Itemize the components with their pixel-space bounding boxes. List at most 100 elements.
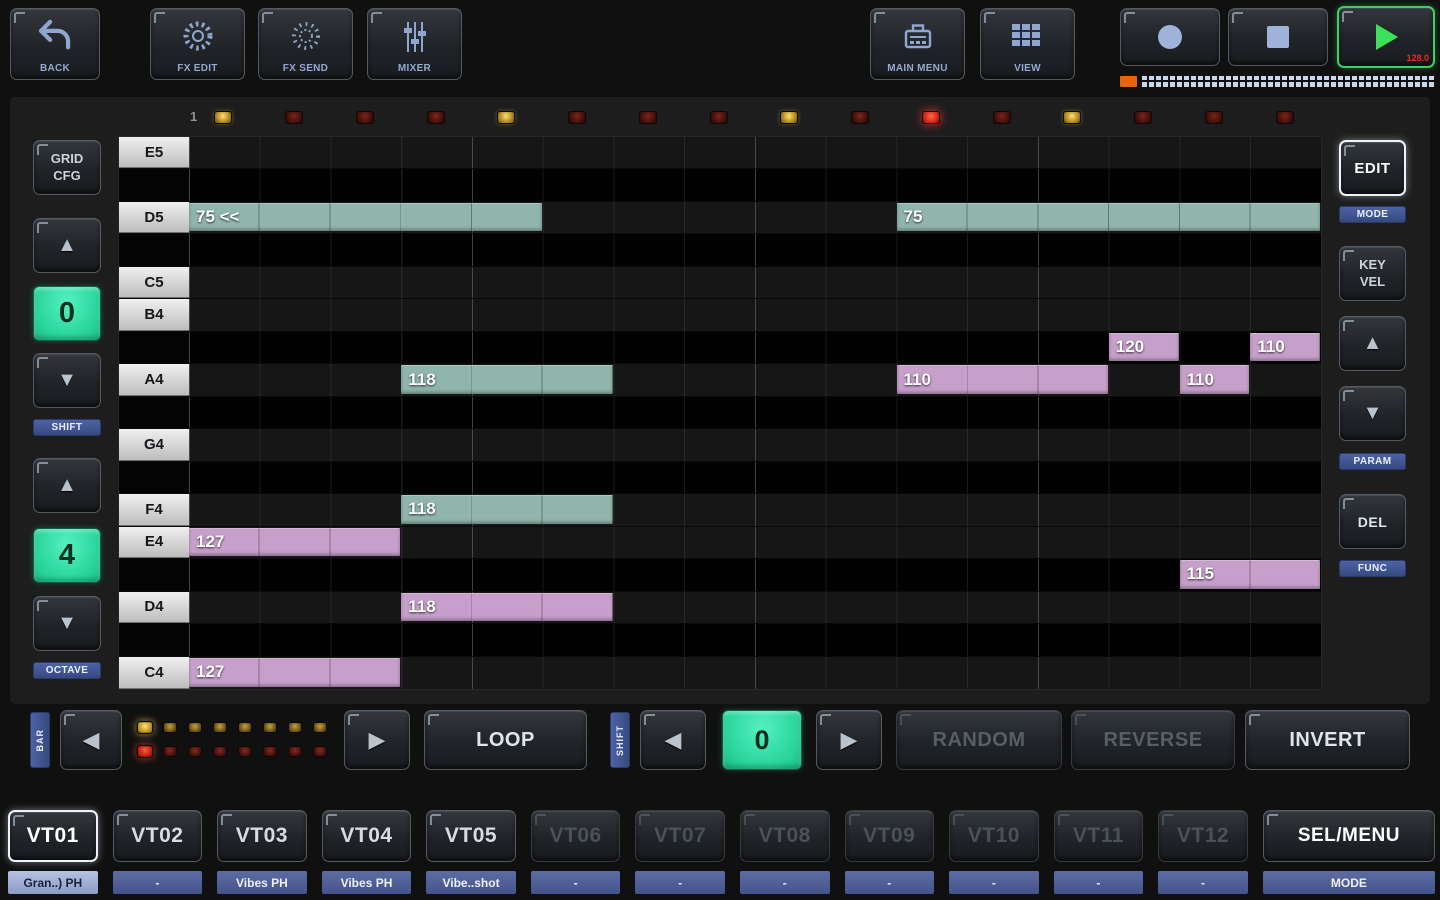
key-vel-button[interactable]: KEY VEL bbox=[1339, 246, 1406, 301]
param-down-button[interactable]: ▼ bbox=[1339, 386, 1406, 441]
note-lane-ds4[interactable]: 115 bbox=[189, 559, 1321, 590]
note-bar[interactable]: 110 bbox=[1250, 333, 1320, 361]
note-lane-e4[interactable]: 127 bbox=[189, 527, 1321, 558]
sel-menu-button[interactable]: SEL/MENU bbox=[1263, 810, 1435, 862]
bar-led-top-4 bbox=[213, 722, 227, 733]
stop-button[interactable] bbox=[1228, 8, 1328, 66]
piano-roll[interactable]: E5D575 <<75C5B4120110A4118110110G4F4118E… bbox=[118, 136, 1322, 690]
track-sub-vt05[interactable]: Vibe..shot bbox=[426, 871, 516, 894]
shift-left-button[interactable]: ◀ bbox=[640, 710, 706, 770]
note-bar[interactable]: 110 bbox=[1180, 365, 1250, 393]
note-bar[interactable]: 110 bbox=[897, 365, 1108, 393]
track-sub-vt01[interactable]: Gran..) PH bbox=[8, 871, 98, 894]
note-key-a4[interactable]: A4 bbox=[119, 364, 189, 395]
shift-right-button[interactable]: ▶ bbox=[816, 710, 882, 770]
bar-prev-button[interactable]: ◀ bbox=[60, 710, 122, 770]
note-lane-b4[interactable] bbox=[189, 299, 1321, 330]
track-button-vt04[interactable]: VT04 bbox=[322, 810, 412, 862]
note-bar[interactable]: 118 bbox=[401, 365, 612, 393]
track-sub-vt04[interactable]: Vibes PH bbox=[322, 871, 412, 894]
note-lane-as4[interactable]: 120 110 bbox=[189, 332, 1321, 363]
fx-send-button[interactable]: FX SEND bbox=[258, 8, 353, 80]
note-key-as4[interactable] bbox=[119, 332, 189, 363]
play-button[interactable]: 128.0 bbox=[1337, 6, 1435, 68]
track-button-vt08[interactable]: VT08 bbox=[740, 810, 830, 862]
del-button[interactable]: DEL bbox=[1339, 494, 1406, 549]
track-button-vt05[interactable]: VT05 bbox=[426, 810, 516, 862]
track-sub-vt02[interactable]: - bbox=[113, 871, 203, 894]
note-key-e4[interactable]: E4 bbox=[119, 527, 189, 558]
track-button-vt01[interactable]: VT01 bbox=[8, 810, 98, 862]
track-sub-vt08[interactable]: - bbox=[740, 871, 830, 894]
note-lane-fs4[interactable] bbox=[189, 462, 1321, 493]
track-sub-vt07[interactable]: - bbox=[635, 871, 725, 894]
octave-up-button[interactable]: ▲ bbox=[33, 458, 101, 513]
note-lane-cs5[interactable] bbox=[189, 234, 1321, 265]
note-lane-e5[interactable] bbox=[189, 137, 1321, 168]
track-sub-vt10[interactable]: - bbox=[949, 871, 1039, 894]
reverse-button[interactable]: REVERSE bbox=[1071, 710, 1235, 770]
track-sub-vt11[interactable]: - bbox=[1054, 871, 1144, 894]
track-sub-vt03[interactable]: Vibes PH bbox=[217, 871, 307, 894]
note-key-cs4[interactable] bbox=[119, 624, 189, 655]
track-button-vt06[interactable]: VT06 bbox=[531, 810, 621, 862]
record-button[interactable] bbox=[1120, 8, 1220, 66]
invert-button[interactable]: INVERT bbox=[1245, 710, 1410, 770]
note-lane-ds5[interactable] bbox=[189, 169, 1321, 200]
main-menu-button[interactable]: MAIN MENU bbox=[870, 8, 965, 80]
note-lane-f4[interactable]: 118 bbox=[189, 494, 1321, 525]
note-key-cs5[interactable] bbox=[119, 234, 189, 265]
param-up-button[interactable]: ▲ bbox=[1339, 316, 1406, 371]
view-button[interactable]: VIEW bbox=[980, 8, 1075, 80]
note-key-g4[interactable]: G4 bbox=[119, 429, 189, 460]
note-bar[interactable]: 118 bbox=[401, 495, 612, 523]
track-button-vt12[interactable]: VT12 bbox=[1158, 810, 1248, 862]
track-button-vt07[interactable]: VT07 bbox=[635, 810, 725, 862]
shift-up-button[interactable]: ▲ bbox=[33, 218, 101, 273]
note-key-c4[interactable]: C4 bbox=[119, 657, 189, 689]
note-key-d5[interactable]: D5 bbox=[119, 202, 189, 233]
note-key-c5[interactable]: C5 bbox=[119, 267, 189, 298]
mixer-button[interactable]: MIXER bbox=[367, 8, 462, 80]
octave-down-button[interactable]: ▼ bbox=[33, 596, 101, 651]
fx-edit-button[interactable]: FX EDIT bbox=[150, 8, 245, 80]
track-button-vt11[interactable]: VT11 bbox=[1054, 810, 1144, 862]
edit-mode-button[interactable]: EDIT bbox=[1339, 140, 1406, 196]
note-key-f4[interactable]: F4 bbox=[119, 494, 189, 525]
track-button-vt10[interactable]: VT10 bbox=[949, 810, 1039, 862]
note-lane-d4[interactable]: 118 bbox=[189, 592, 1321, 623]
random-button[interactable]: RANDOM bbox=[896, 710, 1062, 770]
note-lane-cs4[interactable] bbox=[189, 624, 1321, 655]
note-key-e5[interactable]: E5 bbox=[119, 137, 189, 168]
note-lane-c5[interactable] bbox=[189, 267, 1321, 298]
note-lane-a4[interactable]: 118 110 110 bbox=[189, 364, 1321, 395]
track-button-vt09[interactable]: VT09 bbox=[845, 810, 935, 862]
note-bar[interactable]: 127 bbox=[189, 658, 400, 687]
back-button[interactable]: BACK bbox=[10, 8, 100, 80]
note-key-d4[interactable]: D4 bbox=[119, 592, 189, 623]
note-key-ds5[interactable] bbox=[119, 169, 189, 200]
track-sub-vt06[interactable]: - bbox=[531, 871, 621, 894]
shift-down-button[interactable]: ▼ bbox=[33, 353, 101, 408]
note-bar[interactable]: 75 << bbox=[189, 203, 542, 231]
note-bar[interactable]: 127 bbox=[189, 528, 400, 556]
note-key-ds4[interactable] bbox=[119, 559, 189, 590]
bar-next-button[interactable]: ▶ bbox=[344, 710, 410, 770]
track-button-vt02[interactable]: VT02 bbox=[113, 810, 203, 862]
note-key-gs4[interactable] bbox=[119, 397, 189, 428]
track-sub-vt09[interactable]: - bbox=[845, 871, 935, 894]
track-button-vt03[interactable]: VT03 bbox=[217, 810, 307, 862]
note-lane-g4[interactable] bbox=[189, 429, 1321, 460]
note-lane-gs4[interactable] bbox=[189, 397, 1321, 428]
track-sub-vt12[interactable]: - bbox=[1158, 871, 1248, 894]
note-bar[interactable]: 120 bbox=[1109, 333, 1179, 361]
note-bar[interactable]: 75 bbox=[897, 203, 1321, 231]
note-lane-c4[interactable]: 127 bbox=[189, 657, 1321, 689]
note-bar[interactable]: 118 bbox=[401, 593, 612, 621]
note-key-fs4[interactable] bbox=[119, 462, 189, 493]
loop-button[interactable]: LOOP bbox=[424, 710, 587, 770]
note-key-b4[interactable]: B4 bbox=[119, 299, 189, 330]
note-bar[interactable]: 115 bbox=[1180, 560, 1321, 588]
grid-cfg-button[interactable]: GRID CFG bbox=[33, 140, 101, 195]
note-lane-d5[interactable]: 75 << 75 bbox=[189, 202, 1321, 233]
